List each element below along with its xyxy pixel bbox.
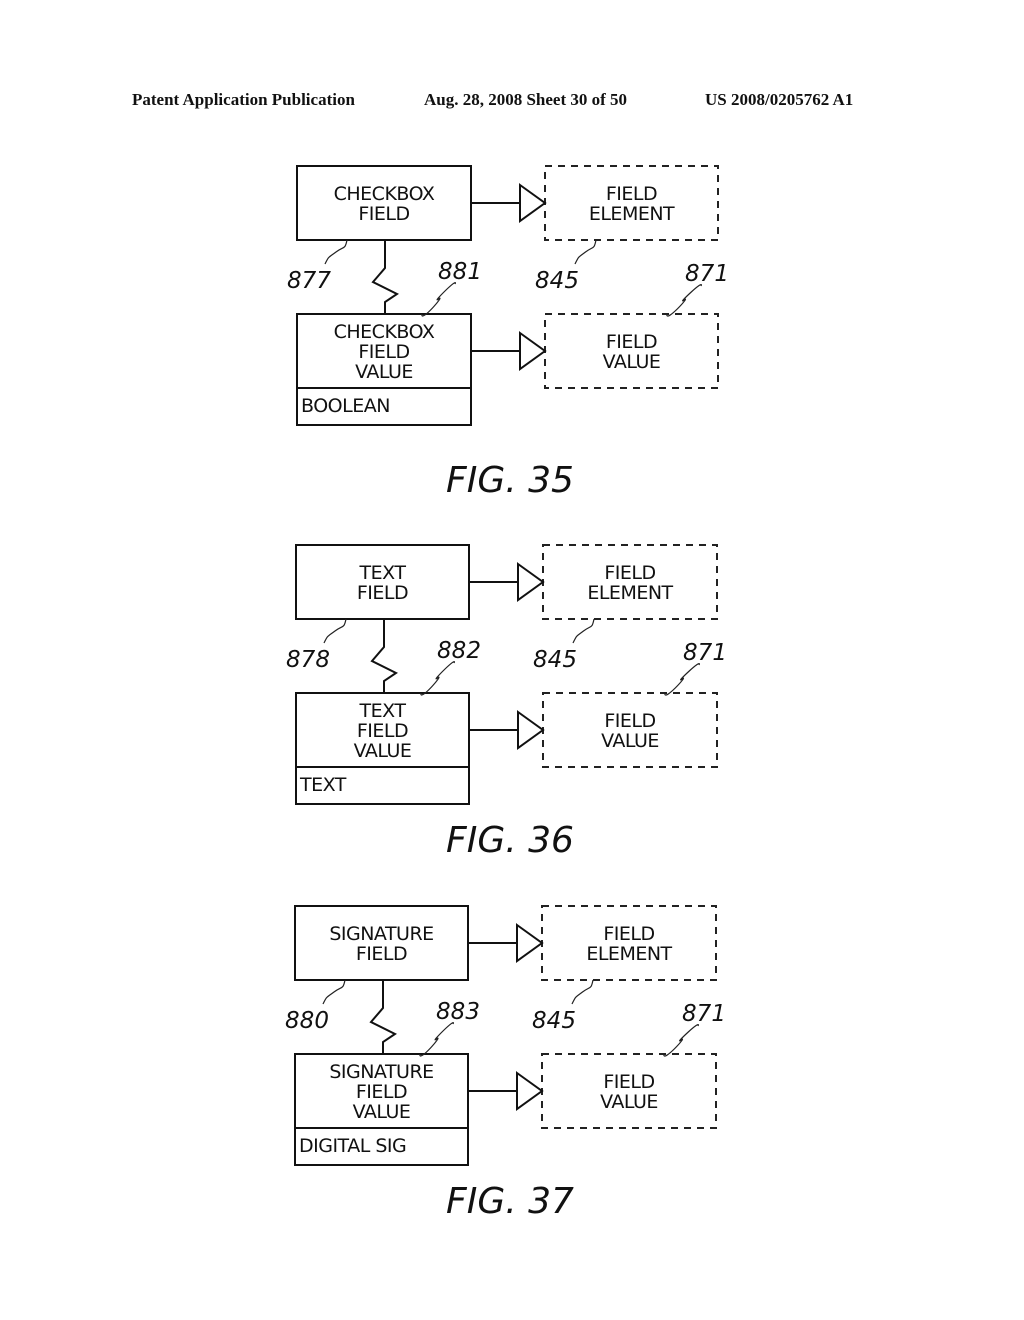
field-box-label: TEXT — [359, 562, 407, 584]
field-value-label: FIELD — [603, 1071, 654, 1093]
association-zigzag-connector — [369, 980, 397, 1054]
reference-numeral: 871 — [683, 640, 727, 666]
field-element-label: FIELD — [604, 562, 655, 584]
reference-numeral: 883 — [436, 999, 480, 1025]
association-zigzag-connector — [371, 240, 399, 314]
field-value-label: VALUE — [603, 351, 661, 373]
reference-numeral: 871 — [685, 261, 729, 287]
reference-numeral: 845 — [535, 268, 579, 294]
value-type-label: TEXT — [299, 774, 347, 796]
field-box: SIGNATUREFIELD — [294, 905, 469, 981]
field-element-label: ELEMENT — [586, 943, 672, 965]
inheritance-arrow-icon — [516, 1071, 544, 1111]
leader-line — [323, 618, 347, 644]
field-value-label: VALUE — [600, 1091, 658, 1113]
field-value-class-box: SIGNATUREFIELDVALUE DIGITAL SIG — [294, 1053, 469, 1166]
field-box-label: FIELD — [358, 203, 409, 225]
field-box: CHECKBOXFIELD — [296, 165, 472, 241]
field-value-class-label: SIGNATURE — [329, 1061, 433, 1083]
leader-line — [322, 979, 346, 1005]
field-value-box: FIELDVALUE — [544, 313, 719, 389]
inheritance-arrow-icon — [516, 923, 544, 963]
field-value-class-label: TEXT — [359, 700, 407, 722]
field-box-label: CHECKBOX — [334, 183, 435, 205]
field-element-box: FIELDELEMENT — [541, 905, 717, 981]
leader-line — [419, 1021, 454, 1057]
figure-fig-35: CHECKBOXFIELDFIELDELEMENTCHECKBOXFIELDVA… — [287, 165, 729, 501]
figure-caption: FIG. 37 — [446, 1181, 574, 1222]
field-value-class-label: CHECKBOX — [334, 321, 435, 343]
field-value-class-box: CHECKBOXFIELDVALUE BOOLEAN — [296, 313, 472, 426]
field-element-box: FIELDELEMENT — [544, 165, 719, 241]
figure-caption: FIG. 35 — [446, 460, 574, 501]
field-value-box: FIELDVALUE — [542, 692, 718, 768]
value-type-label: BOOLEAN — [301, 395, 390, 417]
field-value-class-label: VALUE — [355, 361, 413, 383]
field-value-class-label: VALUE — [353, 1101, 411, 1123]
field-element-label: ELEMENT — [587, 582, 673, 604]
inheritance-arrow-icon — [519, 183, 547, 223]
reference-numeral: 845 — [533, 647, 577, 673]
field-value-class-label: FIELD — [358, 341, 409, 363]
patent-diagram: CHECKBOXFIELDFIELDELEMENTCHECKBOXFIELDVA… — [285, 165, 729, 1222]
field-box-label: SIGNATURE — [329, 923, 433, 945]
reference-numeral: 845 — [532, 1008, 576, 1034]
field-element-label: ELEMENT — [589, 203, 675, 225]
field-box-label: FIELD — [357, 582, 408, 604]
reference-numeral: 877 — [287, 268, 331, 294]
reference-numeral: 871 — [682, 1001, 726, 1027]
field-value-label: VALUE — [601, 730, 659, 752]
field-value-class-box: TEXTFIELDVALUETEXT — [295, 692, 470, 805]
field-element-label: FIELD — [603, 923, 654, 945]
field-value-class-label: FIELD — [356, 1081, 407, 1103]
value-type-label: DIGITAL SIG — [299, 1135, 406, 1157]
reference-numeral: 878 — [286, 647, 330, 673]
leader-line — [663, 1023, 699, 1057]
leader-line — [574, 239, 597, 265]
figure-fig-37: SIGNATUREFIELDFIELDELEMENTSIGNATUREFIELD… — [285, 905, 726, 1222]
field-value-box: FIELDVALUE — [541, 1053, 717, 1129]
field-value-class-label: VALUE — [354, 740, 412, 762]
leader-line — [666, 283, 702, 317]
field-value-label: FIELD — [604, 710, 655, 732]
association-zigzag-connector — [370, 619, 398, 693]
leader-line — [324, 239, 348, 265]
inheritance-arrow-icon — [517, 710, 545, 750]
field-value-class-label: FIELD — [357, 720, 408, 742]
field-box: TEXTFIELD — [295, 544, 470, 620]
reference-numeral: 880 — [285, 1008, 329, 1034]
figure-caption: FIG. 36 — [446, 820, 574, 861]
reference-numeral: 881 — [438, 259, 482, 285]
leader-line — [571, 979, 594, 1005]
inheritance-arrow-icon — [519, 331, 547, 371]
field-element-label: FIELD — [606, 183, 657, 205]
leader-line — [420, 660, 455, 696]
leader-line — [664, 662, 700, 696]
field-element-box: FIELDELEMENT — [542, 544, 718, 620]
reference-numeral: 882 — [437, 638, 481, 664]
inheritance-arrow-icon — [517, 562, 545, 602]
figure-fig-36: TEXTFIELDFIELDELEMENTTEXTFIELDVALUETEXTF… — [286, 544, 727, 861]
field-value-label: FIELD — [606, 331, 657, 353]
field-box-label: FIELD — [356, 943, 407, 965]
leader-line — [421, 281, 456, 317]
leader-line — [572, 618, 595, 644]
